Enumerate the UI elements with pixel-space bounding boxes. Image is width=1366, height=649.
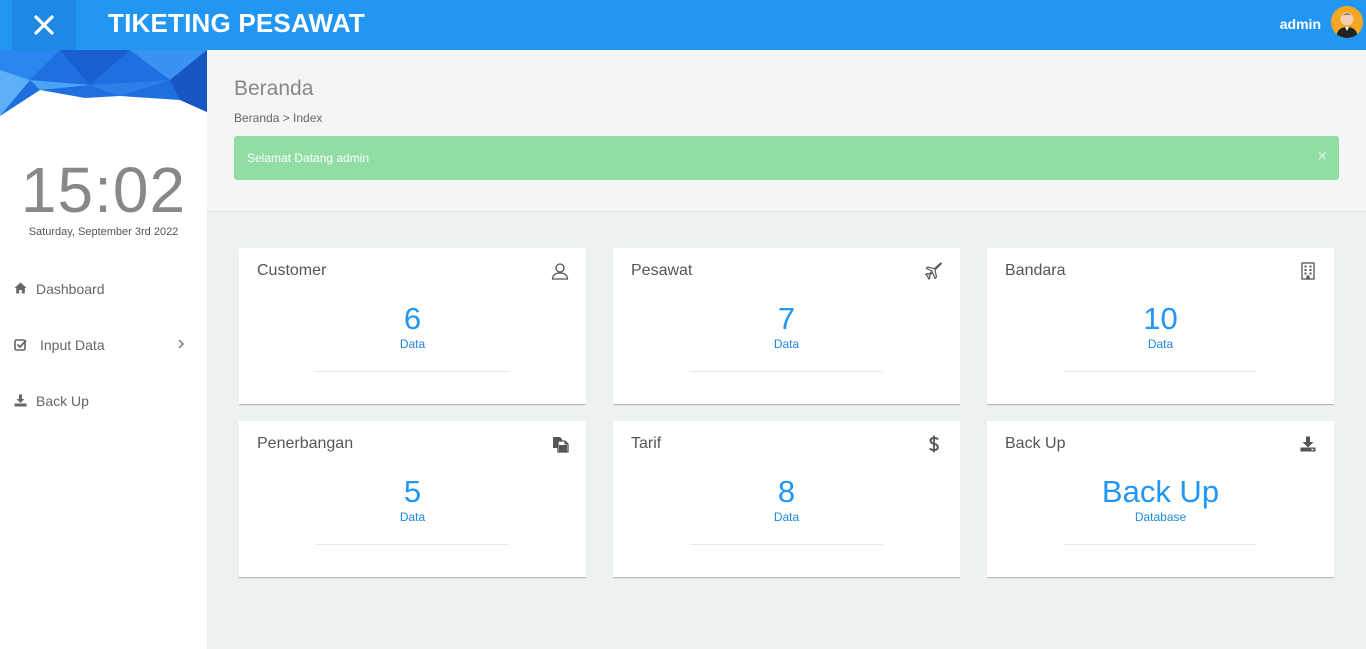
- card-value: 7: [777, 301, 796, 336]
- home-icon: [13, 281, 27, 295]
- avatar[interactable]: [1331, 6, 1363, 38]
- card-value: 6: [403, 301, 422, 336]
- copy-icon: [551, 435, 569, 453]
- sidebar-item-label: Input Data: [40, 337, 105, 353]
- card-divider: [1064, 544, 1257, 545]
- card-unit: Data: [1147, 337, 1174, 351]
- close-icon: [34, 15, 54, 35]
- card-value: Back Up: [1101, 474, 1220, 509]
- card-value: 5: [403, 474, 422, 509]
- sidebar-banner: [0, 50, 207, 116]
- card-title: Bandara: [1005, 262, 1066, 279]
- card-title: Penerbangan: [257, 435, 354, 452]
- card-divider: [316, 371, 509, 372]
- dollar-icon: [925, 435, 943, 453]
- sidebar-item-label: Back Up: [36, 393, 89, 409]
- chevron-right-icon: [177, 337, 185, 353]
- building-icon: [1299, 262, 1317, 280]
- sidebar-toggle-button[interactable]: [12, 0, 76, 50]
- card-unit: Data: [399, 337, 426, 351]
- card-title: Tarif: [631, 435, 662, 452]
- sidebar-item-label: Dashboard: [36, 281, 105, 297]
- user-avatar-icon: [1331, 6, 1363, 38]
- card-title: Pesawat: [631, 262, 693, 279]
- sidebar: 15:02 Saturday, September 3rd 2022 Dashb…: [0, 50, 207, 649]
- check-square-icon: [13, 337, 27, 351]
- card-unit: Database: [1134, 510, 1187, 524]
- clock-date: Saturday, September 3rd 2022: [28, 226, 179, 238]
- card-unit: Data: [773, 510, 800, 524]
- plane-icon: [925, 262, 943, 280]
- welcome-alert: Selamat Datang admin ×: [234, 136, 1339, 180]
- card-customer[interactable]: Customer 6 Data: [239, 248, 586, 405]
- card-divider: [690, 544, 883, 545]
- card-value: 10: [1143, 301, 1178, 336]
- clock-time: 15:02: [20, 154, 187, 226]
- card-value: 8: [777, 474, 796, 509]
- card-unit: Data: [399, 510, 426, 524]
- user-icon: [551, 262, 569, 280]
- card-back-up[interactable]: Back Up Back Up Database: [987, 421, 1334, 578]
- sidebar-item-input-data[interactable]: Input Data: [0, 325, 207, 365]
- card-divider: [316, 544, 509, 545]
- sidebar-item-dashboard[interactable]: Dashboard: [0, 269, 207, 309]
- card-bandara[interactable]: Bandara 10 Data: [987, 248, 1334, 405]
- alert-close-button[interactable]: ×: [1318, 148, 1327, 166]
- card-title: Customer: [257, 262, 327, 279]
- page-header: Beranda Beranda > Index Selamat Datang a…: [207, 50, 1366, 212]
- card-penerbangan[interactable]: Penerbangan 5 Data: [239, 421, 586, 578]
- card-title: Back Up: [1005, 435, 1066, 452]
- app-title: TIKETING PESAWAT: [108, 8, 365, 38]
- breadcrumb[interactable]: Beranda > Index: [234, 111, 322, 125]
- alert-text: Selamat Datang admin: [247, 151, 370, 165]
- download-icon: [1299, 435, 1317, 453]
- page-title: Beranda: [234, 77, 314, 100]
- card-unit: Data: [773, 337, 800, 351]
- card-divider: [1064, 371, 1257, 372]
- card-divider: [690, 371, 883, 372]
- user-name[interactable]: admin: [1280, 16, 1321, 32]
- card-pesawat[interactable]: Pesawat 7 Data: [613, 248, 960, 405]
- sidebar-item-back-up[interactable]: Back Up: [0, 381, 207, 421]
- card-tarif[interactable]: Tarif 8 Data: [613, 421, 960, 578]
- download-icon: [13, 393, 27, 407]
- top-navbar: TIKETING PESAWAT admin: [0, 0, 1366, 50]
